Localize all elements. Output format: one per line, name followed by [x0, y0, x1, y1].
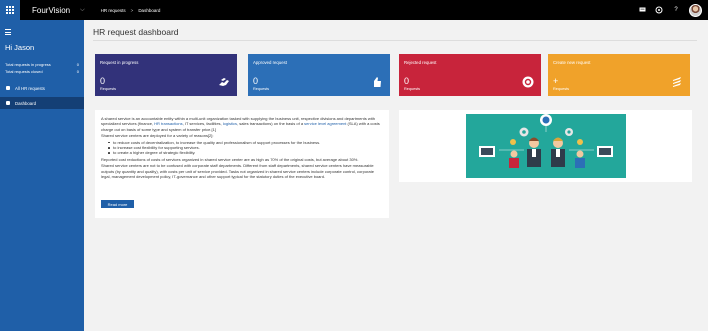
tile-subtitle: Requests [404, 87, 421, 91]
link-service-level-agreement[interactable]: service level agreement [304, 121, 346, 126]
waffle-icon [6, 6, 14, 14]
breadcrumb-separator: > [130, 7, 134, 13]
tile-value: + [553, 76, 559, 86]
tile-rejected-request[interactable]: Rejected request 0 Requests [399, 54, 541, 96]
app-launcher-button[interactable] [0, 0, 20, 20]
tile-request-in-progress[interactable]: Request in progress 0 Requests [95, 54, 237, 96]
tile-title: Request in progress [100, 60, 139, 65]
stat-closed: Total requests closed 0 [5, 69, 79, 74]
dashboard-icon [6, 101, 10, 105]
sidebar-item-dashboard[interactable]: Dashboard [0, 97, 84, 109]
avatar[interactable] [689, 3, 702, 17]
chat-icon[interactable] [638, 6, 646, 14]
illustration-card [399, 110, 692, 182]
customer-service-illustration [466, 114, 626, 178]
stat-label: Total requests in progress [5, 62, 51, 67]
stat-label: Total requests closed [5, 69, 43, 74]
link-logistics[interactable]: logistics [223, 121, 237, 126]
sidebar-item-label: All HR requests [15, 85, 45, 91]
tile-title: Create new request [553, 60, 591, 65]
tile-approved-request[interactable]: Approved request 0 Requests [248, 54, 390, 96]
description-text: A shared service is an accountable entit… [101, 116, 383, 180]
layers-icon [671, 76, 683, 88]
stat-in-progress: Total requests in progress 0 [5, 62, 79, 67]
hamburger-icon[interactable] [5, 29, 11, 37]
gear-icon[interactable] [655, 6, 663, 14]
page-title: HR request dashboard [93, 27, 179, 37]
breadcrumb-hr-requests[interactable]: HR requests [101, 8, 126, 13]
breadcrumb: HR requests > Dashboard [101, 8, 161, 13]
tile-subtitle: Requests [253, 87, 270, 91]
sidebar: Hi Jason Total requests in progress 0 To… [0, 20, 84, 331]
reasons-list: to reduce costs of decentralization, to … [101, 140, 383, 156]
greeting: Hi Jason [5, 43, 35, 52]
description-card: A shared service is an accountable entit… [95, 110, 389, 218]
tile-value: 0 [253, 76, 259, 86]
text: , sales transactions) on the basis of a [237, 121, 305, 127]
top-right-actions: ? [638, 0, 702, 20]
tile-create-new-request[interactable]: Create new request + Requests [548, 54, 690, 96]
stat-value: 0 [76, 62, 79, 67]
paragraph: Reported cost reductions of costs of ser… [101, 156, 359, 162]
top-bar: FourVision ⌵ HR requests > Dashboard ? [0, 0, 708, 20]
tile-title: Rejected request [404, 60, 437, 65]
breadcrumb-dashboard: Dashboard [138, 7, 161, 13]
paragraph: Shared service centers are not to be con… [101, 163, 374, 180]
stat-value: 0 [76, 69, 79, 74]
tile-subtitle: Requests [100, 87, 117, 91]
sidebar-item-label: Dashboard [15, 100, 37, 106]
paragraph: Shared service centers are deployed for … [101, 133, 214, 139]
title-divider [93, 40, 697, 41]
brand-name[interactable]: FourVision [32, 6, 70, 15]
reject-icon [522, 76, 534, 88]
read-more-button[interactable]: Read more [101, 200, 134, 208]
document-icon [6, 86, 10, 90]
list-item: to create a higher degree of strategic f… [101, 150, 383, 155]
tile-value: 0 [404, 76, 410, 86]
sidebar-item-all-hr-requests[interactable]: All HR requests [0, 82, 84, 94]
chevron-down-icon[interactable]: ⌵ [80, 7, 85, 14]
tile-value: 0 [100, 76, 106, 86]
text: , IT services, facilities, [182, 121, 223, 127]
help-icon[interactable]: ? [672, 6, 680, 14]
tile-title: Approved request [253, 60, 287, 65]
tile-subtitle: Requests [553, 87, 570, 91]
link-hr-transactions[interactable]: HR transactions [154, 121, 182, 126]
paragraph: A shared service is an accountable entit… [101, 116, 383, 132]
thumbs-up-icon [371, 76, 383, 88]
handshake-icon [218, 76, 230, 88]
